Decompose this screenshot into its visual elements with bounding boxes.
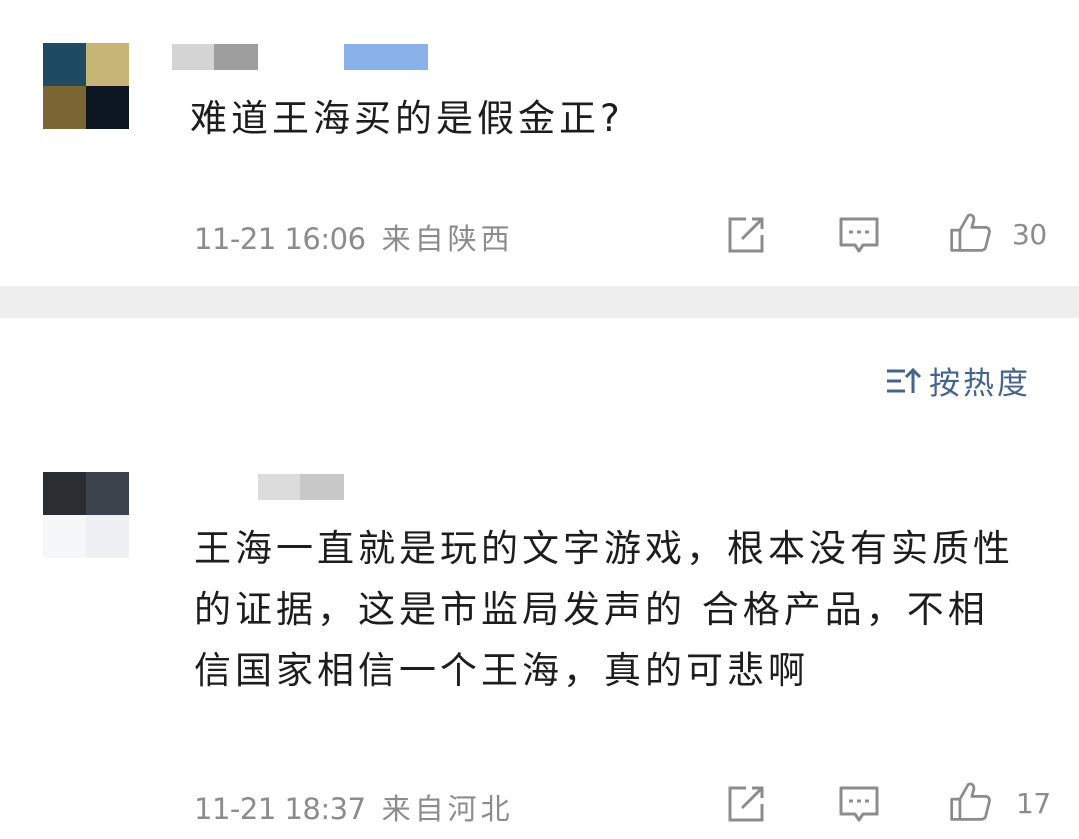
- comment-time: 11-21 16:06: [194, 222, 366, 256]
- thumbs-up-icon[interactable]: [948, 210, 992, 254]
- avatar[interactable]: [43, 43, 129, 129]
- username-blurred[interactable]: [172, 44, 428, 70]
- section-divider: [0, 286, 1079, 318]
- comment-text: 王海一直就是玩的文字游戏，根本没有实质性的证据，这是市监局发声的 合格产品，不相…: [194, 527, 1014, 692]
- share-icon[interactable]: [724, 782, 768, 826]
- username-blurred[interactable]: [258, 474, 344, 500]
- comment-location: 来自河北: [381, 792, 514, 826]
- thumbs-up-icon[interactable]: [948, 779, 992, 823]
- comment-meta: 11-21 16:06 来自陕西: [194, 216, 514, 258]
- comment-text: 难道王海买的是假金正?: [190, 97, 624, 140]
- comment-feed: 难道王海买的是假金正? 11-21 16:06 来自陕西 30 按热度 王海一直就…: [0, 0, 1079, 839]
- comment-time: 11-21 18:37: [194, 792, 366, 826]
- sort-desc-icon: [887, 367, 922, 393]
- sort-toggle[interactable]: 按热度: [885, 358, 1031, 403]
- comment-icon[interactable]: [837, 213, 881, 257]
- sort-label: 按热度: [929, 366, 1031, 402]
- like-count: 17: [1016, 787, 1051, 820]
- share-icon[interactable]: [724, 213, 768, 257]
- comment-location: 来自陕西: [381, 222, 514, 256]
- like-count: 30: [1012, 218, 1047, 251]
- comment-icon[interactable]: [837, 782, 881, 826]
- avatar[interactable]: [43, 472, 129, 558]
- comment-meta: 11-21 18:37 来自河北: [194, 786, 514, 828]
